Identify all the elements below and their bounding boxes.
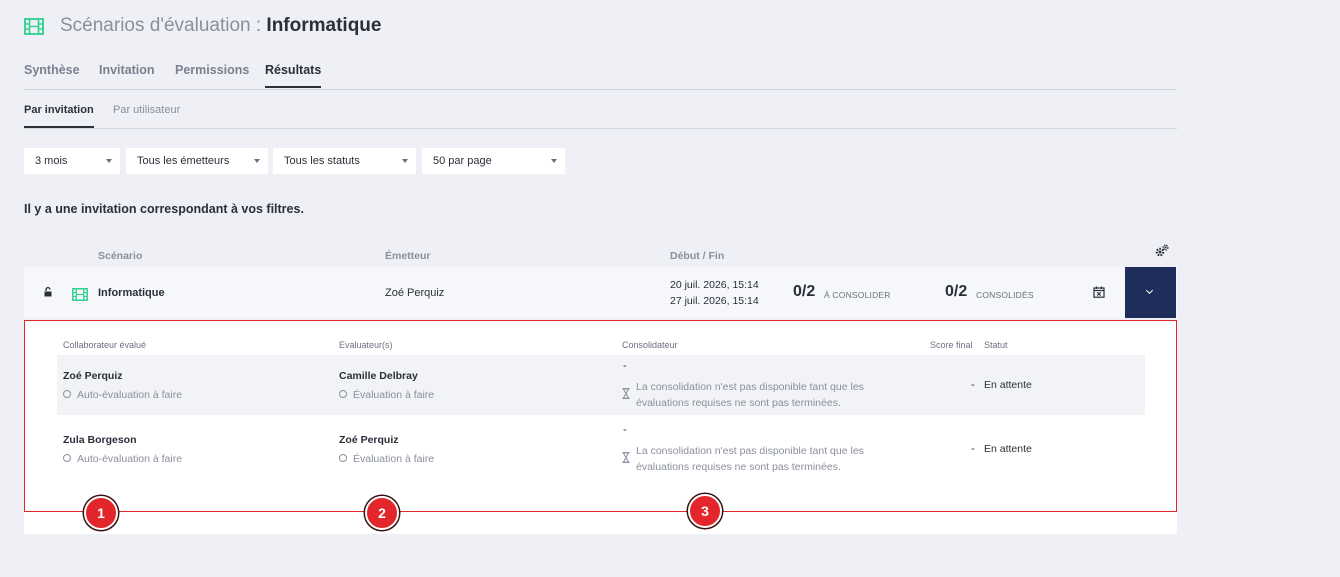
column-header-scenario: Scénario [98,250,143,262]
score-final: - [971,379,975,391]
clock-icon [63,454,71,462]
statut-value: En attente [984,379,1032,391]
per-page-select-value: 50 par page [433,155,492,167]
clock-icon [63,390,71,398]
annotation-marker-3: 3 [688,494,722,528]
page-title-name: Informatique [266,15,382,36]
chevron-down-icon [254,159,260,163]
status-select-value: Tous les statuts [284,155,360,167]
consolides-label: CONSOLIDÉS [976,290,1034,300]
film-icon [24,18,44,35]
subtab-par-utilisateur[interactable]: Par utilisateur [113,104,180,126]
collaborateur-status: Auto-évaluation à faire [77,453,183,465]
period-select-value: 3 mois [35,155,68,167]
column-header-emetteur: Émetteur [385,250,431,262]
settings-gears-icon[interactable] [1155,244,1169,258]
tab-synthese[interactable]: Synthèse [24,63,80,86]
clock-icon [339,390,347,398]
chevron-down-icon [1145,286,1154,295]
consolidation-message: La consolidation n'est pas disponible ta… [636,381,864,409]
statut-value: En attente [984,443,1032,455]
per-page-select[interactable]: 50 par page [422,148,565,174]
expand-row-button[interactable] [1125,267,1176,318]
detail-header-evaluateurs: Evaluateur(s) [339,340,393,350]
annotation-marker-1: 1 [84,496,118,530]
evaluateur-name: Camille Delbray [339,370,418,382]
panel-footer [24,512,1177,534]
film-icon [72,288,88,301]
a-consolider-count: 0/2 [793,283,816,300]
unlock-icon[interactable] [44,287,52,297]
detail-header-score: Score final [930,340,973,350]
detail-header-consolidateur: Consolidateur [622,340,678,350]
chevron-down-icon [106,159,112,163]
page-title-prefix: Scénarios d'évaluation : [60,15,267,36]
collaborateur-name: Zula Borgeson [63,434,137,446]
calendar-cancel-icon[interactable] [1093,286,1105,298]
evaluateur-status: Évaluation à faire [353,453,435,465]
emitter-select-value: Tous les émetteurs [137,155,230,167]
score-final: - [971,443,975,455]
a-consolider-label: À CONSOLIDER [824,290,891,300]
invitation-scenario[interactable]: Informatique [98,287,165,299]
collaborateur-status: Auto-évaluation à faire [77,389,183,401]
tab-invitation[interactable]: Invitation [99,63,155,86]
tab-resultats[interactable]: Résultats [265,63,322,88]
annotation-marker-2: 2 [365,496,399,530]
table-row [57,355,1145,415]
sub-tabs: Par invitation Par utilisateur [24,104,1177,129]
consolidateur-value: - [623,360,627,372]
consolides-count: 0/2 [945,283,968,300]
invitation-fin: 27 juil. 2026, 15:14 [670,295,759,307]
main-tabs: Synthèse Invitation Permissions Résultat… [24,63,1177,90]
detail-header-collaborateur: Collaborateur évalué [63,340,147,350]
evaluateur-status: Évaluation à faire [353,389,435,401]
result-count: Il y a une invitation correspondant à vo… [24,202,304,216]
emitter-select[interactable]: Tous les émetteurs [126,148,268,174]
clock-icon [339,454,347,462]
invitation-debut: 20 juil. 2026, 15:14 [670,279,759,291]
consolidateur-value: - [623,424,627,436]
hourglass-icon [622,388,630,399]
column-header-debut-fin: Début / Fin [670,250,725,262]
consolidation-message: La consolidation n'est pas disponible ta… [636,445,864,473]
invitation-emetteur: Zoé Perquiz [385,287,445,299]
hourglass-icon [622,452,630,463]
status-select[interactable]: Tous les statuts [273,148,416,174]
period-select[interactable]: 3 mois [24,148,120,174]
tab-permissions[interactable]: Permissions [175,63,249,86]
evaluateur-name: Zoé Perquiz [339,434,399,446]
subtab-par-invitation[interactable]: Par invitation [24,104,94,128]
chevron-down-icon [402,159,408,163]
chevron-down-icon [551,159,557,163]
page-title: Scénarios d'évaluation : Informatique [60,15,381,37]
collaborateur-name: Zoé Perquiz [63,370,123,382]
detail-header-statut: Statut [984,340,1008,350]
